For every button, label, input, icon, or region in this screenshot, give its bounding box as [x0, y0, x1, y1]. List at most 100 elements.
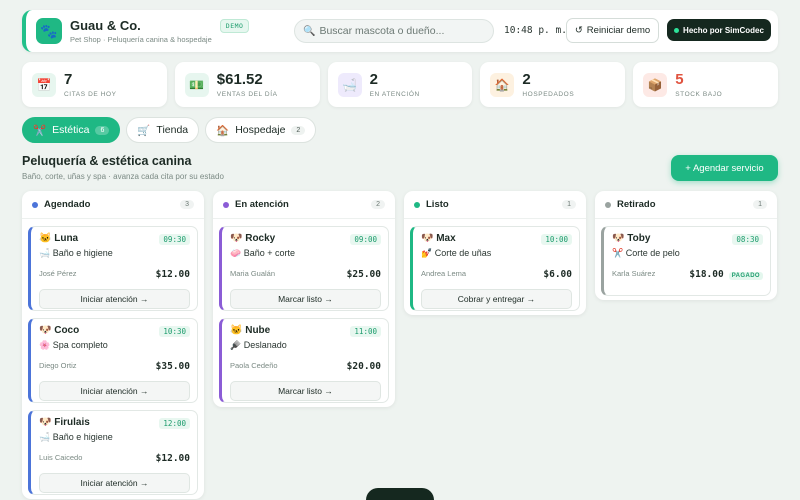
appointment-card[interactable]: 🐶 Toby 08:30 ✂️ Corte de pelo Karla Suárez $… [601, 226, 771, 296]
status-dot-icon [605, 201, 611, 208]
column-count: 1 [753, 200, 767, 209]
card-details: Andrea Lema $6.00 [421, 264, 572, 282]
tab-tienda[interactable]: 🛒 Tienda [126, 117, 200, 143]
price: $12.00 [155, 453, 190, 464]
stat-card: 💵 $61.52 VENTAS DEL DÍA [174, 62, 320, 107]
price: $35.00 [155, 361, 190, 372]
owner-name: Paola Cedeño [230, 360, 278, 370]
advance-status-button[interactable]: Iniciar atención → [39, 289, 190, 309]
clock: 10:48 p. m. [504, 25, 567, 36]
column-count: 3 [180, 200, 194, 209]
advance-status-button[interactable]: Cobrar y entregar → [421, 289, 572, 309]
made-by-label: Hecho por SimCodec [683, 25, 764, 35]
card-list: 🐱 Luna 09:30 🛁 Baño e higiene José Pérez $12… [22, 219, 204, 499]
search-input[interactable] [319, 25, 490, 37]
advance-status-button[interactable]: Marcar listo → [230, 381, 381, 401]
card-list: 🐶 Max 10:00 💅 Corte de uñas Andrea Lema $6.0… [404, 219, 586, 315]
advance-status-button[interactable]: Marcar listo → [230, 289, 381, 309]
column-count: 1 [562, 200, 576, 209]
column-header: Retirado 1 [595, 191, 777, 219]
price: $18.00 [689, 269, 724, 280]
stat-card: 🛁 2 EN ATENCIÓN [327, 62, 473, 107]
app-header: 🐾 Guau & Co. Pet Shop · Peluquería canin… [22, 10, 778, 52]
add-service-button[interactable]: + Agendar servicio [671, 155, 778, 181]
appointment-time: 11:00 [350, 326, 381, 337]
stat-value: 7 [64, 70, 73, 88]
cart-icon: 🛒 [137, 124, 151, 137]
owner-name: Maria Gualán [230, 268, 276, 278]
price-group: $35.00 [156, 356, 190, 374]
stat-label: VENTAS DEL DÍA [216, 90, 278, 98]
column-title: Listo [426, 199, 449, 210]
section-title: Peluquería & estética canina [22, 154, 192, 168]
tab-count: 6 [95, 125, 110, 135]
stat-value: 2 [522, 70, 531, 88]
card-details: Karla Suárez $18.00 PAGADO [612, 264, 763, 282]
house-icon: 🏠 [216, 124, 230, 137]
column-agendado: Agendado 3 🐱 Luna 09:30 🛁 Baño e higiene José… [22, 191, 204, 499]
appointment-card[interactable]: 🐶 Rocky 09:00 🧼 Baño + corte Maria Gualán $2… [219, 226, 389, 311]
stat-label: CITAS DE HOY [64, 90, 117, 98]
column-en-atencion: En atención 2 🐶 Rocky 09:00 🧼 Baño + corte Ma… [213, 191, 395, 407]
column-header: Agendado 3 [22, 191, 204, 219]
tab-label: Hospedaje [235, 124, 286, 136]
tab-label: Tienda [156, 124, 189, 136]
appointment-card[interactable]: 🐱 Luna 09:30 🛁 Baño e higiene José Pérez $12… [28, 226, 198, 311]
advance-status-button[interactable]: Iniciar atención → [39, 381, 190, 401]
calendar-icon: 📅 [32, 72, 56, 97]
price-group: $25.00 [347, 264, 381, 282]
column-title: En atención [235, 199, 289, 210]
tab-hospedaje[interactable]: 🏠 Hospedaje 2 [205, 117, 317, 143]
app-title: Guau & Co. [70, 18, 141, 33]
service-name: 🪮 Deslanado [230, 340, 287, 350]
reset-demo-button[interactable]: ↺ Reiniciar demo [566, 18, 659, 43]
advance-status-button[interactable]: Iniciar atención → [39, 473, 190, 493]
scissors-icon: ✂️ [33, 124, 47, 137]
owner-name: Diego Ortiz [39, 360, 77, 370]
price: $12.00 [155, 269, 190, 280]
service-name: 🧼 Baño + corte [230, 248, 295, 258]
made-by-button[interactable]: Hecho por SimCodec [667, 19, 771, 41]
floating-button[interactable] [366, 488, 434, 500]
appointment-card[interactable]: 🐶 Max 10:00 💅 Corte de uñas Andrea Lema $6.0… [410, 226, 580, 311]
appointment-time: 08:30 [732, 234, 763, 245]
demo-badge: DEMO [219, 19, 250, 33]
price: $6.00 [543, 269, 572, 280]
owner-name: Karla Suárez [612, 268, 656, 278]
box-icon: 📦 [643, 72, 668, 97]
service-name: 💅 Corte de uñas [421, 248, 492, 258]
card-details: Luis Caicedo $12.00 [39, 448, 190, 466]
module-tabs: ✂️ Estética 6 🛒 Tienda 🏠 Hospedaje 2 [22, 117, 317, 143]
price-group: $12.00 [156, 448, 190, 466]
price: $20.00 [346, 361, 381, 372]
stat-value: 2 [369, 70, 378, 88]
column-header: En atención 2 [213, 191, 395, 219]
stat-label: HOSPEDADOS [522, 90, 575, 98]
reset-icon: ↺ [574, 25, 583, 36]
stat-label: EN ATENCIÓN [369, 90, 420, 98]
appointment-card[interactable]: 🐶 Coco 10:30 🌸 Spa completo Diego Ortiz $35.… [28, 318, 198, 403]
appointment-card[interactable]: 🐶 Firulais 12:00 🛁 Baño e higiene Luis Caic… [28, 410, 198, 495]
price-group: $6.00 [543, 264, 572, 282]
service-name: 🛁 Baño e higiene [39, 432, 113, 442]
stat-card: 🏠 2 HOSPEDADOS [480, 62, 626, 107]
search-box[interactable]: 🔍 [294, 19, 494, 43]
search-icon: 🔍 [303, 25, 316, 37]
brand: Guau & Co. Pet Shop · Peluquería canina … [70, 18, 212, 44]
price-group: $18.00 PAGADO [689, 264, 763, 282]
price: $25.00 [346, 269, 381, 280]
stat-value: 5 [675, 70, 684, 88]
owner-name: Luis Caicedo [39, 452, 83, 462]
card-list: 🐶 Toby 08:30 ✂️ Corte de pelo Karla Suárez $… [595, 219, 777, 300]
appointment-card[interactable]: 🐱 Nube 11:00 🪮 Deslanado Paola Cedeño $20.00… [219, 318, 389, 403]
tab-count: 2 [291, 125, 306, 135]
status-dot-icon [674, 27, 680, 33]
status-dot-icon [223, 201, 229, 208]
column-count: 2 [371, 200, 385, 209]
reset-demo-label: Reiniciar demo [586, 25, 651, 36]
money-icon: 💵 [184, 72, 209, 97]
tab-estetica[interactable]: ✂️ Estética 6 [22, 117, 121, 143]
card-list: 🐶 Rocky 09:00 🧼 Baño + corte Maria Gualán $2… [213, 219, 395, 407]
column-header: Listo 1 [404, 191, 586, 219]
owner-name: Andrea Lema [421, 268, 467, 278]
